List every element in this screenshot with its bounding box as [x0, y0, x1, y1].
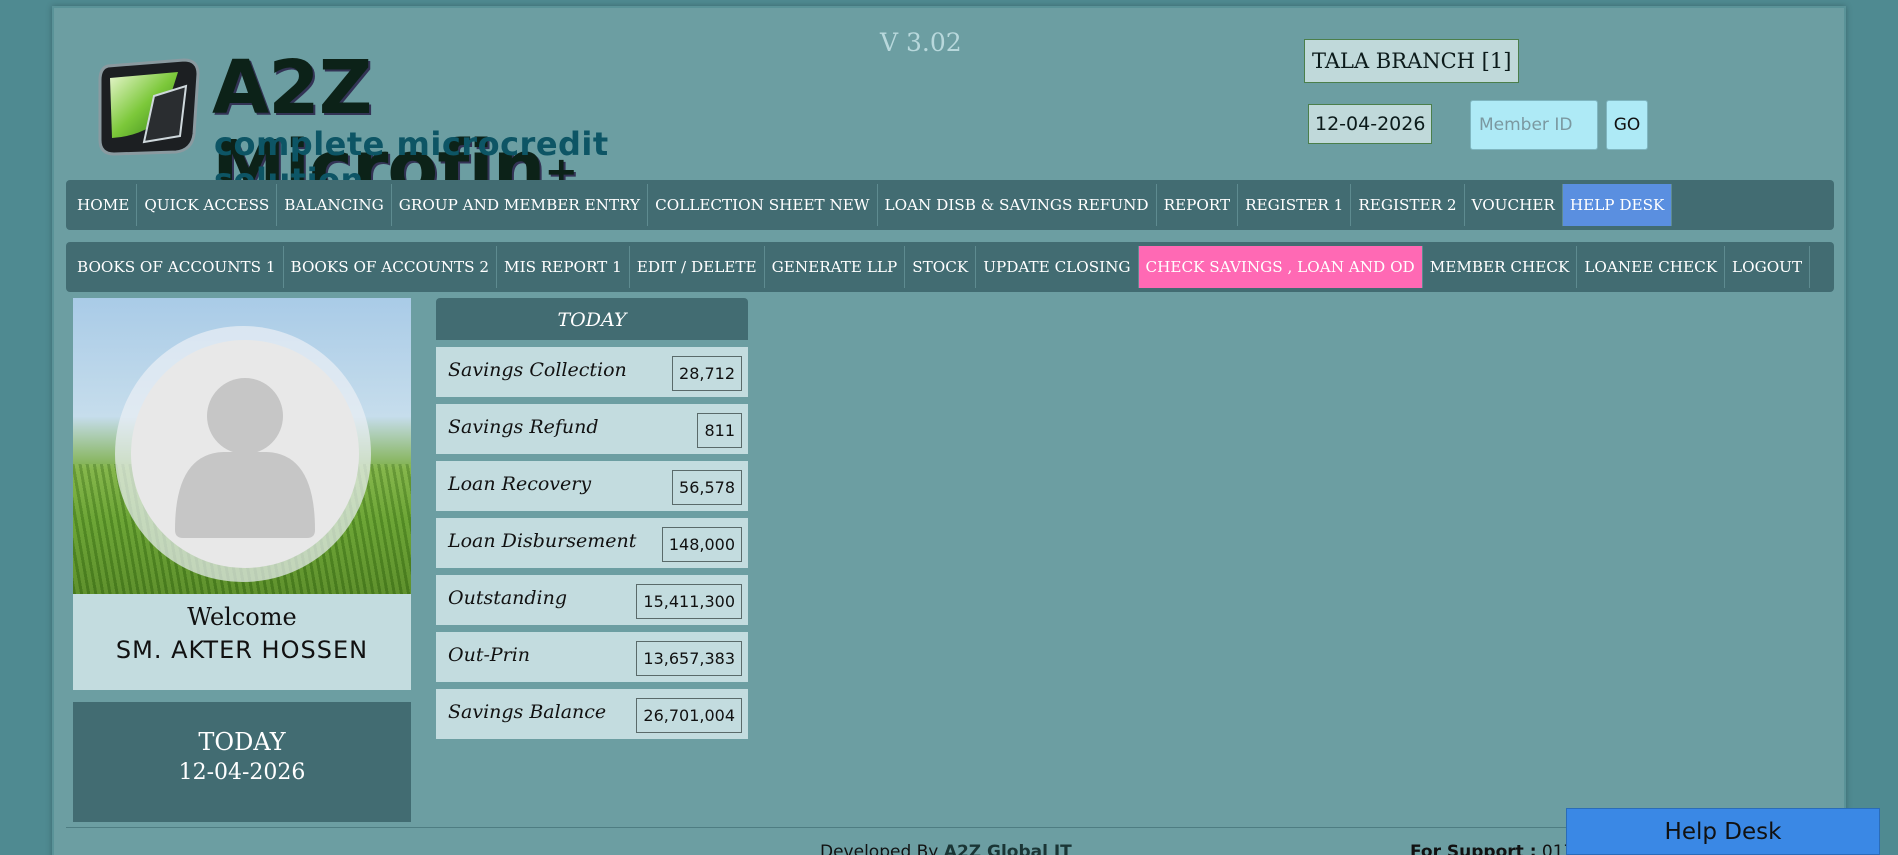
developer-link[interactable]: A2Z Global IT [944, 842, 1072, 855]
avatar [131, 340, 359, 568]
menu-books-of-accounts-2[interactable]: BOOKS OF ACCOUNTS 2 [284, 246, 498, 288]
stat-value: 148,000 [661, 527, 742, 562]
menu-balancing[interactable]: BALANCING [277, 184, 392, 226]
stat-label: Out-Prin [448, 644, 531, 666]
stat-value: 26,701,004 [636, 698, 742, 733]
current-date: 12-04-2026 [1308, 104, 1433, 144]
stat-savings-collection: Savings Collection 28,712 [436, 347, 748, 397]
today-date-panel: TODAY 12-04-2026 [73, 702, 411, 822]
menu-help-desk[interactable]: HELP DESK [1562, 184, 1673, 226]
branch-badge: TALA BRANCH [1] [1304, 39, 1520, 83]
stat-value: 15,411,300 [636, 584, 742, 619]
go-button[interactable]: GO [1606, 100, 1648, 150]
profile-photo [73, 298, 411, 594]
help-desk-button[interactable]: Help Desk [1566, 808, 1880, 855]
developer-credit: Developed By A2Z Global IT [820, 842, 1072, 855]
menu-home[interactable]: HOME [70, 184, 138, 226]
menu-report[interactable]: REPORT [1157, 184, 1239, 226]
profile-card: Welcome SM. AKTER HOSSEN [73, 298, 411, 690]
stats-header: TODAY [436, 298, 748, 340]
menu-member-check[interactable]: MEMBER CHECK [1423, 246, 1578, 288]
stat-savings-balance: Savings Balance 26,701,004 [436, 689, 748, 739]
stat-label: Loan Disbursement [448, 530, 637, 552]
menu-update-closing[interactable]: UPDATE CLOSING [976, 246, 1139, 288]
support-info: For Support : 017 [1410, 842, 1574, 855]
stat-loan-disbursement: Loan Disbursement 148,000 [436, 518, 748, 568]
stat-value: 811 [697, 413, 742, 448]
stat-label: Savings Collection [448, 359, 627, 381]
page-frame: A2Z Microfin+ complete microcredit solut… [52, 6, 1846, 855]
version-label: V 3.02 [880, 28, 962, 57]
today-date: 12-04-2026 [178, 760, 306, 785]
secondary-menu: BOOKS OF ACCOUNTS 1 BOOKS OF ACCOUNTS 2 … [66, 242, 1834, 292]
logo-icon [98, 58, 200, 156]
stat-loan-recovery: Loan Recovery 56,578 [436, 461, 748, 511]
today-label: TODAY [198, 728, 286, 756]
member-id-input[interactable] [1470, 100, 1598, 150]
menu-logout[interactable]: LOGOUT [1725, 246, 1811, 288]
stat-value: 13,657,383 [636, 641, 742, 676]
menu-check-savings-loan-od[interactable]: CHECK SAVINGS , LOAN AND OD [1138, 246, 1423, 288]
menu-loanee-check[interactable]: LOANEE CHECK [1577, 246, 1726, 288]
user-avatar-icon [175, 378, 315, 538]
menu-quick-access[interactable]: QUICK ACCESS [137, 184, 278, 226]
stat-savings-refund: Savings Refund 811 [436, 404, 748, 454]
menu-collection-sheet-new[interactable]: COLLECTION SHEET NEW [648, 184, 878, 226]
stat-label: Loan Recovery [448, 473, 592, 495]
menu-loan-disb-savings-refund[interactable]: LOAN DISB & SAVINGS REFUND [878, 184, 1157, 226]
menu-register-2[interactable]: REGISTER 2 [1351, 184, 1465, 226]
stat-out-prin: Out-Prin 13,657,383 [436, 632, 748, 682]
stat-value: 28,712 [672, 356, 742, 391]
menu-register-1[interactable]: REGISTER 1 [1238, 184, 1352, 226]
welcome-text: Welcome [187, 603, 297, 631]
app-logo: A2Z Microfin+ complete microcredit solut… [94, 48, 654, 208]
user-name: SM. AKTER HOSSEN [115, 636, 369, 664]
menu-edit-delete[interactable]: EDIT / DELETE [630, 246, 765, 288]
stat-label: Savings Balance [448, 701, 607, 723]
menu-mis-report-1[interactable]: MIS REPORT 1 [497, 246, 630, 288]
menu-books-of-accounts-1[interactable]: BOOKS OF ACCOUNTS 1 [70, 246, 284, 288]
stat-label: Savings Refund [448, 416, 599, 438]
menu-group-member-entry[interactable]: GROUP AND MEMBER ENTRY [392, 184, 649, 226]
stat-value: 56,578 [672, 470, 742, 505]
menu-generate-llp[interactable]: GENERATE LLP [765, 246, 906, 288]
main-menu: HOME QUICK ACCESS BALANCING GROUP AND ME… [66, 180, 1834, 230]
stat-label: Outstanding [448, 587, 568, 609]
today-stats-panel: TODAY Savings Collection 28,712 Savings … [436, 298, 748, 739]
menu-stock[interactable]: STOCK [905, 246, 977, 288]
menu-voucher[interactable]: VOUCHER [1465, 184, 1563, 226]
stat-outstanding: Outstanding 15,411,300 [436, 575, 748, 625]
